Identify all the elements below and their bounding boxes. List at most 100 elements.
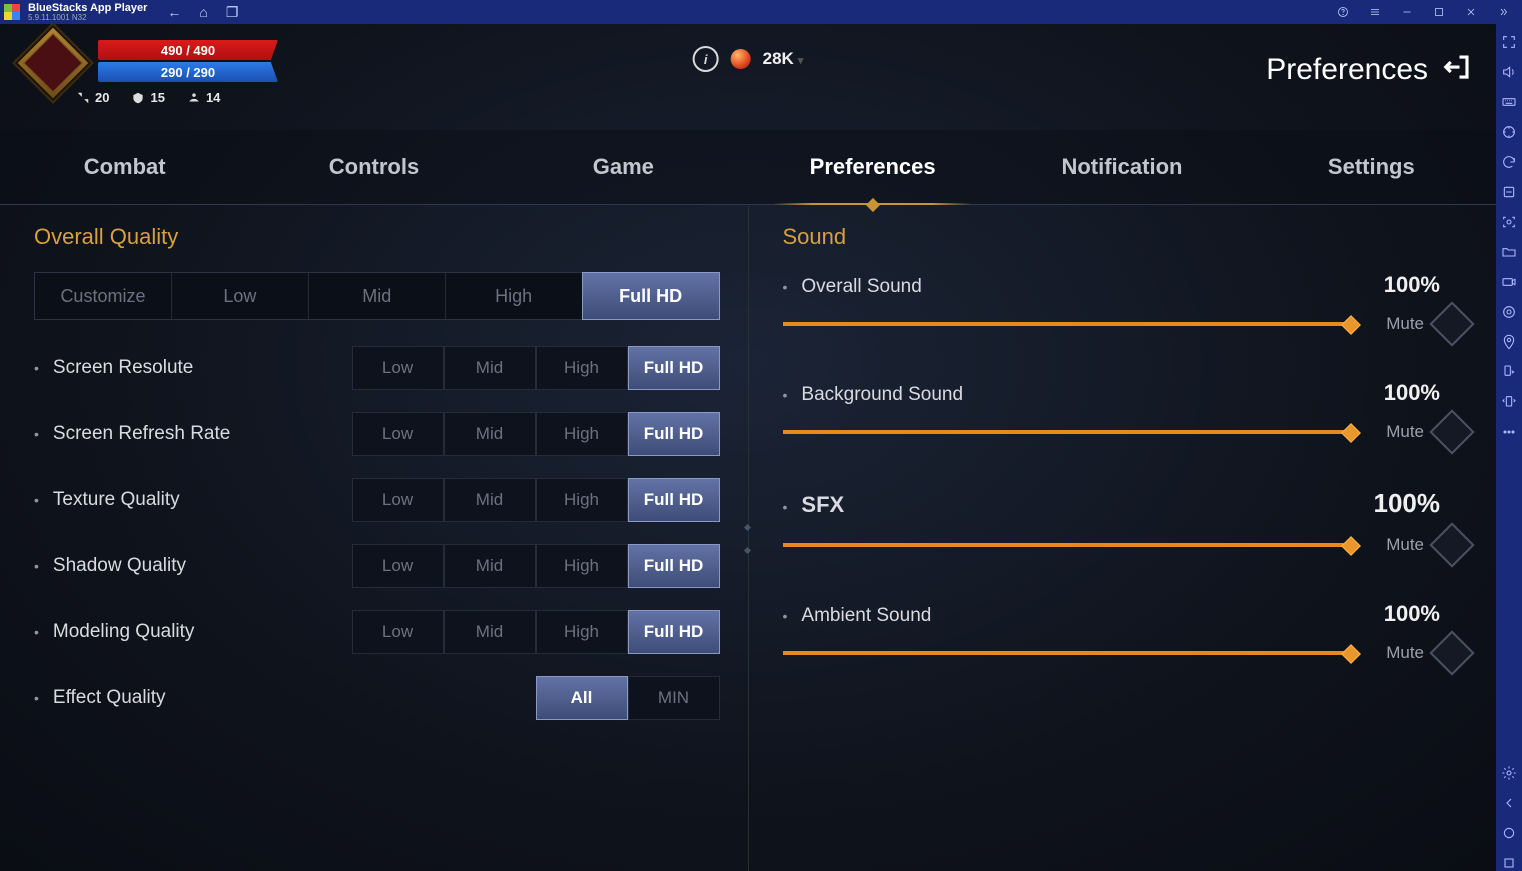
tab-game[interactable]: Game [499, 130, 748, 204]
app-version: 5.9.11.1001 N32 [28, 14, 147, 22]
quality-row-label: Screen Resolute [34, 357, 352, 379]
quality-option[interactable]: Full HD [628, 346, 720, 390]
volume-slider[interactable] [783, 651, 1357, 655]
mute-checkbox[interactable] [1429, 301, 1474, 346]
section-title-sound: Sound [783, 224, 1469, 250]
fullscreen-icon[interactable] [1501, 34, 1517, 50]
quality-option[interactable]: Mid [444, 346, 536, 390]
quality-option[interactable]: High [536, 544, 628, 588]
app-title: BlueStacks App Player [28, 3, 147, 14]
lock-pointer-icon[interactable] [1501, 124, 1517, 140]
quality-row-label: Texture Quality [34, 489, 352, 511]
recents-icon[interactable]: ❐ [226, 4, 239, 21]
mute-checkbox[interactable] [1429, 522, 1474, 567]
volume-slider[interactable] [783, 322, 1357, 326]
collapse-sidebar-icon[interactable] [1488, 0, 1518, 24]
quality-option[interactable]: Full HD [628, 478, 720, 522]
volume-slider[interactable] [783, 430, 1357, 434]
home-icon[interactable]: ⌂ [199, 4, 207, 20]
quality-option[interactable]: MIN [628, 676, 720, 720]
sound-label: Ambient Sound [801, 605, 931, 627]
quality-option[interactable]: All [536, 676, 628, 720]
tab-controls[interactable]: Controls [249, 130, 498, 204]
quality-option[interactable]: Low [352, 610, 444, 654]
quality-option[interactable]: Full HD [628, 412, 720, 456]
tab-bar: CombatControlsGamePreferencesNotificatio… [0, 130, 1496, 205]
maximize-button[interactable] [1424, 0, 1454, 24]
sound-value: 100% [1384, 380, 1440, 406]
quality-option[interactable]: High [536, 412, 628, 456]
mp-bar: 290 / 290 [98, 62, 278, 82]
quality-option[interactable]: Mid [444, 412, 536, 456]
quality-option[interactable]: Low [352, 346, 444, 390]
location-icon[interactable] [1501, 334, 1517, 350]
gear-icon[interactable] [1501, 765, 1517, 781]
currency-amount[interactable]: 28K▾ [763, 49, 804, 69]
minimize-button[interactable] [1392, 0, 1422, 24]
quality-row-label: Shadow Quality [34, 555, 352, 577]
mute-checkbox[interactable] [1429, 409, 1474, 454]
sync-icon[interactable] [1501, 154, 1517, 170]
section-title-quality: Overall Quality [34, 224, 720, 250]
folder-icon[interactable] [1501, 244, 1517, 260]
preset-full-hd[interactable]: Full HD [582, 272, 720, 320]
mute-label: Mute [1386, 535, 1424, 555]
tab-settings[interactable]: Settings [1247, 130, 1496, 204]
info-icon[interactable]: i [693, 46, 719, 72]
stat-1: 20 [76, 90, 109, 105]
quality-option[interactable]: Mid [444, 478, 536, 522]
preset-mid[interactable]: Mid [309, 273, 446, 319]
preset-customize[interactable]: Customize [35, 273, 172, 319]
keyboard-icon[interactable] [1501, 94, 1517, 110]
nav-recents-icon[interactable] [1501, 855, 1517, 871]
tab-preferences[interactable]: Preferences [748, 130, 997, 204]
more-icon[interactable] [1501, 424, 1517, 440]
mute-label: Mute [1386, 643, 1424, 663]
record-icon[interactable] [1501, 274, 1517, 290]
stat-3: 14 [187, 90, 220, 105]
quality-option[interactable]: Full HD [628, 610, 720, 654]
shake-icon[interactable] [1501, 394, 1517, 410]
hp-bar: 490 / 490 [98, 40, 278, 60]
page-title: Preferences [1266, 53, 1428, 87]
back-icon[interactable]: ← [167, 4, 181, 20]
preset-high[interactable]: High [446, 273, 583, 319]
pane-sound: Sound •Overall Sound100%Mute•Background … [749, 206, 1497, 871]
nav-back-icon[interactable] [1501, 795, 1517, 811]
quality-row-label: Effect Quality [34, 687, 536, 709]
quality-row-label: Screen Refresh Rate [34, 423, 352, 445]
quality-option[interactable]: Low [352, 544, 444, 588]
mute-label: Mute [1386, 422, 1424, 442]
sound-value: 100% [1384, 272, 1440, 298]
quality-option[interactable]: Full HD [628, 544, 720, 588]
quality-preset-toggle: CustomizeLowMidHighFull HD [34, 272, 720, 320]
tab-combat[interactable]: Combat [0, 130, 249, 204]
sound-value: 100% [1384, 601, 1440, 627]
hamburger-icon[interactable] [1360, 0, 1390, 24]
game-viewport: 490 / 490 290 / 290 20 15 14 i 28K▾ Pref… [0, 24, 1496, 871]
bluestacks-logo-icon [4, 4, 20, 20]
tab-notification[interactable]: Notification [997, 130, 1246, 204]
preset-low[interactable]: Low [172, 273, 309, 319]
quality-option[interactable]: High [536, 610, 628, 654]
quality-row-label: Modeling Quality [34, 621, 352, 643]
quality-option[interactable]: Low [352, 478, 444, 522]
help-icon[interactable] [1328, 0, 1358, 24]
quality-option[interactable]: Mid [444, 610, 536, 654]
volume-icon[interactable] [1501, 64, 1517, 80]
quality-option[interactable]: Low [352, 412, 444, 456]
apk-icon[interactable] [1501, 184, 1517, 200]
exit-icon[interactable] [1442, 52, 1472, 87]
screenshot-icon[interactable] [1501, 214, 1517, 230]
side-toolbar [1496, 24, 1522, 871]
quality-option[interactable]: High [536, 478, 628, 522]
rotate-icon[interactable] [1501, 364, 1517, 380]
macro-icon[interactable] [1501, 304, 1517, 320]
close-button[interactable] [1456, 0, 1486, 24]
quality-option[interactable]: Mid [444, 544, 536, 588]
currency-orb-icon [731, 49, 751, 69]
volume-slider[interactable] [783, 543, 1357, 547]
nav-home-icon[interactable] [1501, 825, 1517, 841]
quality-option[interactable]: High [536, 346, 628, 390]
mute-checkbox[interactable] [1429, 630, 1474, 675]
